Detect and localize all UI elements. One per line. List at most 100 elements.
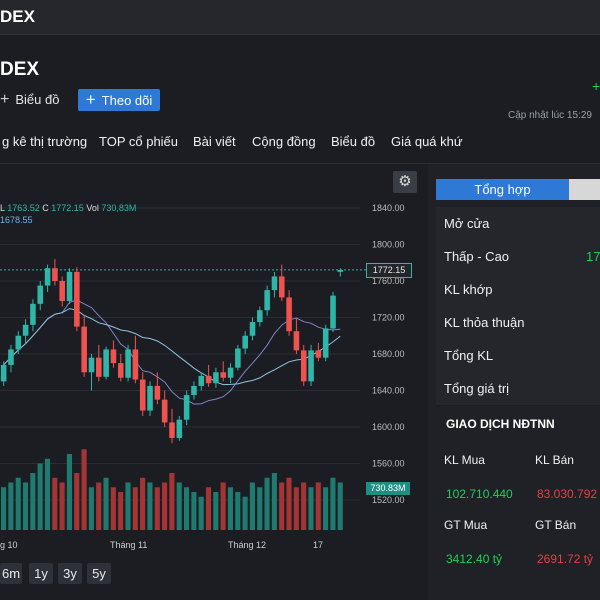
candle-body [81,326,87,373]
volume-bar [52,477,58,530]
y-tick-label: 1800.00 [372,240,405,250]
volume-bar [279,482,285,530]
candle-body [337,270,344,272]
candle-body [147,385,153,411]
chart-area: 1840.00 1800.00 1760.00 1720.00 1680.00 1640.… [0,164,426,564]
volume-bar [125,482,131,530]
row-label: KL khớp [444,282,493,297]
volume-bar [15,477,21,530]
row-label: KL thỏa thuận [444,315,525,330]
follow-button[interactable]: + Theo dõi [78,89,160,111]
volume-bar [81,449,87,530]
tab-market-stats[interactable]: g kê thị trường [2,134,87,149]
volume-bar [220,482,226,530]
volume-bar [30,473,36,530]
candle-body [30,303,36,325]
volume-bar [88,487,94,530]
candle-body [198,375,205,386]
volume-bar [227,487,234,530]
range-5y-button[interactable]: 5y [87,563,111,584]
tab-summary[interactable]: Tổng hợp [436,179,569,200]
change-indicator: + [592,78,600,94]
candle-body [37,285,44,304]
gt-mua-value: 3412.40 tỷ [446,552,503,566]
candle-body [88,357,95,373]
x-tick-label: 17 [313,540,323,550]
x-tick-label: Tháng 11 [110,540,147,550]
row-label: Mở cửa [444,216,490,231]
volume-bar [118,492,124,530]
last-price-label: 1772.15 [366,263,412,278]
tab-community[interactable]: Cộng đồng [252,134,316,149]
volume-bar [249,482,255,530]
tab-top-stocks[interactable]: TOP cổ phiếu [99,134,178,149]
candle-body [169,422,175,438]
chart-button[interactable]: + Biểu đồ [0,89,70,111]
volume-bar [191,492,197,530]
tab-articles[interactable]: Bài viết [193,134,236,149]
volume-bar [330,477,336,530]
volume-bar [59,482,65,530]
row-total-volume: Tổng KL [436,339,600,373]
candle-body [205,375,212,384]
updated-time: Cập nhật lúc 15:29 [508,110,592,121]
candle-body [59,281,65,302]
volume-value: 730,83M [101,203,137,213]
row-agreed-volume: KL thỏa thuận [436,306,600,340]
volume-bar [308,487,314,530]
chart-button-label: Biểu đồ [15,92,60,107]
volume-bar [315,482,321,530]
gear-icon[interactable]: ⚙ [393,171,417,193]
volume-bar [44,458,51,530]
volume-bar [132,487,138,530]
candle-body [242,335,248,349]
price-chart[interactable]: 1840.001800.001760.001720.001680.001640.… [0,164,426,564]
tab-secondary[interactable] [569,179,600,200]
volume-bar [293,487,299,530]
volume-bar [213,492,219,530]
low-label: L [0,203,5,213]
app-header: DEX [0,0,600,35]
candle-body [154,385,161,400]
candle-body [74,271,80,327]
row-label: Tổng KL [444,348,494,363]
row-value: 17 [586,249,600,264]
row-low-high: Thấp - Cao 17 [436,240,600,274]
candle-body [286,297,292,332]
gt-mua-label: GT Mua [444,518,488,532]
tab-chart[interactable]: Biểu đồ [331,134,375,149]
candle-body [0,364,7,382]
candle-body [235,348,241,368]
plus-icon: + [0,91,10,108]
range-3y-button[interactable]: 3y [58,563,82,584]
kl-ban-label: KL Bán [535,453,574,467]
y-tick-label: 1720.00 [372,313,405,323]
volume-bar [271,473,277,530]
candle-body [117,363,124,378]
volume-bar [242,496,248,530]
candle-body [322,328,329,358]
volume-bar [162,482,168,530]
candle-body [308,350,314,382]
volume-bar [22,482,29,530]
volume-bar [301,482,307,530]
candle-body [66,271,73,302]
volume-bar [198,496,204,530]
volume-bar [264,477,270,530]
kl-mua-value: 102.710.440 [446,487,513,501]
header-title: DEX [0,7,35,26]
candle-body [271,276,278,291]
volume-bar [74,473,80,530]
volume-bar [8,482,14,530]
range-1y-button[interactable]: 1y [29,563,53,584]
volume-bar [176,482,182,530]
candle-body [44,268,51,286]
candle-body [15,335,22,350]
volume-bar [1,487,7,530]
range-6m-button[interactable]: 6m [0,563,22,584]
tab-history[interactable]: Giá quá khứ [391,134,463,149]
volume-bar [286,477,292,530]
gt-ban-value: 2691.72 tỷ [537,552,594,566]
candle-body [110,349,117,364]
volume-bar [140,477,146,530]
